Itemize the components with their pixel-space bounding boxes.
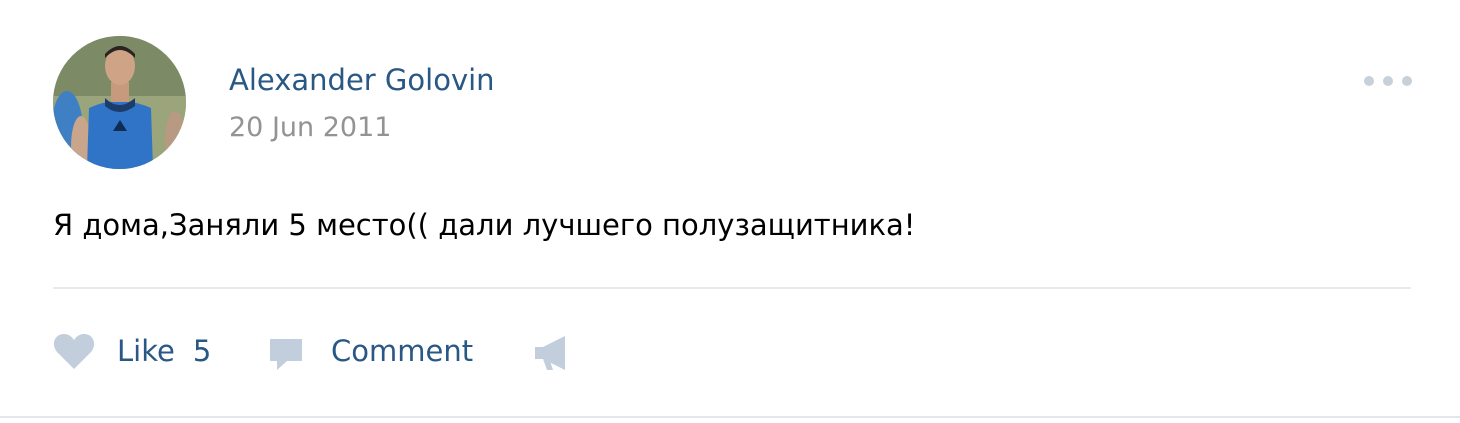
share-button[interactable] [531, 326, 573, 376]
heart-icon [53, 332, 95, 370]
post-bottom-border [0, 416, 1460, 418]
avatar-photo [53, 36, 186, 169]
wall-post: Alexander Golovin 20 Jun 2011 Я дома,Зан… [0, 0, 1460, 423]
like-button[interactable]: Like 5 [53, 326, 211, 376]
author-avatar[interactable] [53, 36, 186, 169]
comment-button[interactable]: Comment [267, 326, 473, 376]
megaphone-icon [531, 334, 573, 372]
post-author-link[interactable]: Alexander Golovin [229, 61, 495, 99]
speech-bubble-icon [267, 336, 305, 372]
more-dots-icon [1364, 76, 1412, 86]
post-more-button[interactable] [1348, 58, 1428, 104]
like-label: Like [117, 334, 175, 368]
post-date-link[interactable]: 20 Jun 2011 [229, 110, 391, 146]
like-count: 5 [192, 334, 212, 368]
comment-label: Comment [331, 334, 474, 368]
post-text: Я дома,Заняли 5 место(( дали лучшего пол… [53, 208, 916, 242]
post-divider [53, 287, 1411, 289]
